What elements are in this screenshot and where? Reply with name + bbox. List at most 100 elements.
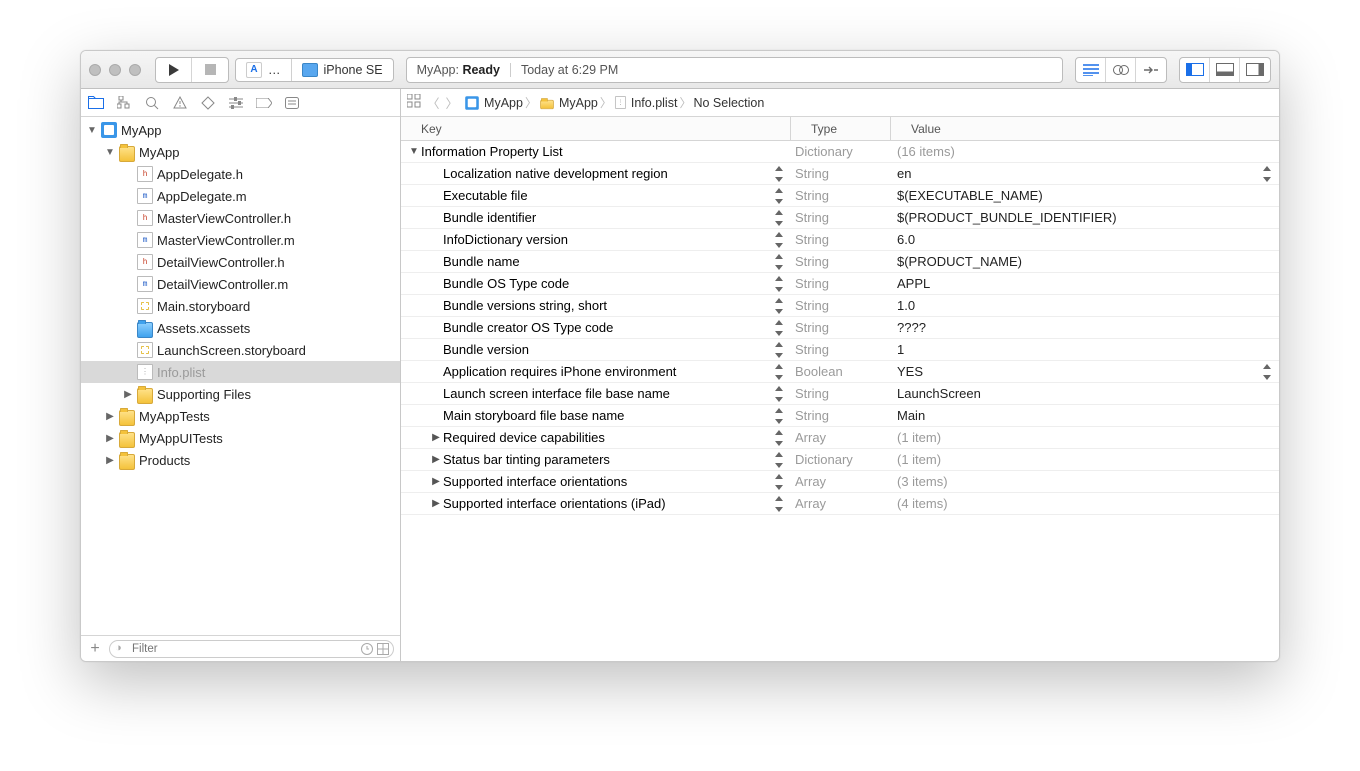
debug-navigator-tab[interactable] xyxy=(227,94,245,112)
plist-value-cell[interactable]: 6.0 xyxy=(891,229,1279,250)
plist-type-cell[interactable]: Boolean xyxy=(791,361,891,382)
tree-row[interactable]: mMasterViewController.m xyxy=(81,229,400,251)
tree-row[interactable]: mDetailViewController.m xyxy=(81,273,400,295)
plist-value-cell[interactable]: (16 items) xyxy=(891,141,1279,162)
plist-row[interactable]: Bundle versionString1 xyxy=(401,339,1279,361)
history-forward-button[interactable]: 〉 xyxy=(446,93,459,112)
plist-value-cell[interactable]: LaunchScreen xyxy=(891,383,1279,404)
plist-type-cell[interactable]: Array xyxy=(791,493,891,514)
disclosure-triangle[interactable]: ▶ xyxy=(431,498,441,509)
standard-editor-button[interactable] xyxy=(1076,58,1106,82)
key-stepper[interactable] xyxy=(775,210,785,226)
key-stepper[interactable] xyxy=(775,166,785,182)
plist-row[interactable]: Localization native development regionSt… xyxy=(401,163,1279,185)
plist-value-cell[interactable]: ???? xyxy=(891,317,1279,338)
plist-value-cell[interactable]: $(PRODUCT_NAME) xyxy=(891,251,1279,272)
plist-key-cell[interactable]: Bundle versions string, short xyxy=(401,295,791,316)
project-tree[interactable]: ▼MyApp▼MyApphAppDelegate.hmAppDelegate.m… xyxy=(81,117,400,635)
plist-key-cell[interactable]: Bundle version xyxy=(401,339,791,360)
plist-key-cell[interactable]: Executable file xyxy=(401,185,791,206)
key-stepper[interactable] xyxy=(775,276,785,292)
test-navigator-tab[interactable] xyxy=(199,94,217,112)
plist-row[interactable]: Application requires iPhone environmentB… xyxy=(401,361,1279,383)
column-value[interactable]: Value xyxy=(891,117,1279,140)
key-stepper[interactable] xyxy=(775,298,785,314)
plist-value-cell[interactable]: 1 xyxy=(891,339,1279,360)
report-navigator-tab[interactable] xyxy=(283,94,301,112)
plist-type-cell[interactable]: Array xyxy=(791,427,891,448)
tree-row[interactable]: Main.storyboard xyxy=(81,295,400,317)
plist-row[interactable]: Launch screen interface file base nameSt… xyxy=(401,383,1279,405)
zoom-window-button[interactable] xyxy=(129,64,141,76)
plist-value-cell[interactable]: en xyxy=(891,163,1279,184)
tree-row[interactable]: ▶MyAppTests xyxy=(81,405,400,427)
plist-value-cell[interactable]: (1 item) xyxy=(891,427,1279,448)
history-back-button[interactable]: 〈 xyxy=(427,93,440,112)
assistant-editor-button[interactable] xyxy=(1106,58,1136,82)
tree-row[interactable]: ▼MyApp xyxy=(81,119,400,141)
run-button[interactable] xyxy=(156,58,192,82)
plist-row[interactable]: Bundle identifierString$(PRODUCT_BUNDLE_… xyxy=(401,207,1279,229)
plist-type-cell[interactable]: String xyxy=(791,163,891,184)
key-stepper[interactable] xyxy=(775,474,785,490)
plist-key-cell[interactable]: ▶Supported interface orientations (iPad) xyxy=(401,493,791,514)
key-stepper[interactable] xyxy=(775,364,785,380)
column-key[interactable]: Key xyxy=(401,117,791,140)
plist-value-cell[interactable]: (4 items) xyxy=(891,493,1279,514)
breadcrumb[interactable]: MyAppMyApp⋮Info.plistNo Selection xyxy=(464,94,764,111)
toggle-debug-area-button[interactable] xyxy=(1210,58,1240,82)
find-navigator-tab[interactable] xyxy=(143,94,161,112)
value-stepper[interactable] xyxy=(1263,364,1273,380)
plist-editor[interactable]: ▼Information Property ListDictionary(16 … xyxy=(401,141,1279,661)
plist-row[interactable]: ▼Information Property ListDictionary(16 … xyxy=(401,141,1279,163)
minimize-window-button[interactable] xyxy=(109,64,121,76)
tree-row[interactable]: ▶Supporting Files xyxy=(81,383,400,405)
plist-key-cell[interactable]: Bundle identifier xyxy=(401,207,791,228)
plist-value-cell[interactable]: Main xyxy=(891,405,1279,426)
disclosure-triangle[interactable]: ▶ xyxy=(431,476,441,487)
disclosure-triangle[interactable]: ▼ xyxy=(105,147,115,158)
plist-type-cell[interactable]: String xyxy=(791,229,891,250)
breadcrumb-item[interactable]: MyApp xyxy=(464,95,523,111)
plist-key-cell[interactable]: ▶Required device capabilities xyxy=(401,427,791,448)
key-stepper[interactable] xyxy=(775,408,785,424)
recent-filter-icon[interactable] xyxy=(360,642,374,656)
key-stepper[interactable] xyxy=(775,232,785,248)
value-stepper[interactable] xyxy=(1263,166,1273,182)
disclosure-triangle[interactable]: ▼ xyxy=(409,146,419,157)
plist-type-cell[interactable]: Dictionary xyxy=(791,449,891,470)
plist-row[interactable]: ▶Supported interface orientationsArray(3… xyxy=(401,471,1279,493)
plist-value-cell[interactable]: (3 items) xyxy=(891,471,1279,492)
plist-value-cell[interactable]: $(EXECUTABLE_NAME) xyxy=(891,185,1279,206)
disclosure-triangle[interactable]: ▶ xyxy=(431,432,441,443)
tree-row[interactable]: LaunchScreen.storyboard xyxy=(81,339,400,361)
plist-type-cell[interactable]: String xyxy=(791,317,891,338)
plist-row[interactable]: ▶Required device capabilitiesArray(1 ite… xyxy=(401,427,1279,449)
plist-type-cell[interactable]: String xyxy=(791,295,891,316)
key-stepper[interactable] xyxy=(775,320,785,336)
disclosure-triangle[interactable]: ▶ xyxy=(105,455,115,466)
plist-type-cell[interactable]: Dictionary xyxy=(791,141,891,162)
tree-row[interactable]: hDetailViewController.h xyxy=(81,251,400,273)
breadcrumb-item[interactable]: No Selection xyxy=(693,96,764,110)
filter-input[interactable] xyxy=(109,640,394,658)
disclosure-triangle[interactable]: ▼ xyxy=(87,125,97,136)
plist-type-cell[interactable]: String xyxy=(791,207,891,228)
tree-row[interactable]: hAppDelegate.h xyxy=(81,163,400,185)
plist-value-cell[interactable]: (1 item) xyxy=(891,449,1279,470)
breakpoint-navigator-tab[interactable] xyxy=(255,94,273,112)
plist-type-cell[interactable]: Array xyxy=(791,471,891,492)
plist-value-cell[interactable]: YES xyxy=(891,361,1279,382)
key-stepper[interactable] xyxy=(775,254,785,270)
plist-value-cell[interactable]: APPL xyxy=(891,273,1279,294)
tree-row[interactable]: hMasterViewController.h xyxy=(81,207,400,229)
tree-row[interactable]: mAppDelegate.m xyxy=(81,185,400,207)
issue-navigator-tab[interactable] xyxy=(171,94,189,112)
plist-key-cell[interactable]: Main storyboard file base name xyxy=(401,405,791,426)
plist-key-cell[interactable]: ▼Information Property List xyxy=(401,141,791,162)
filter-scope-icon[interactable]: ◑ xyxy=(115,642,122,654)
version-editor-button[interactable] xyxy=(1136,58,1166,82)
plist-row[interactable]: Bundle OS Type codeStringAPPL xyxy=(401,273,1279,295)
tree-row[interactable]: ▶Products xyxy=(81,449,400,471)
plist-key-cell[interactable]: InfoDictionary version xyxy=(401,229,791,250)
